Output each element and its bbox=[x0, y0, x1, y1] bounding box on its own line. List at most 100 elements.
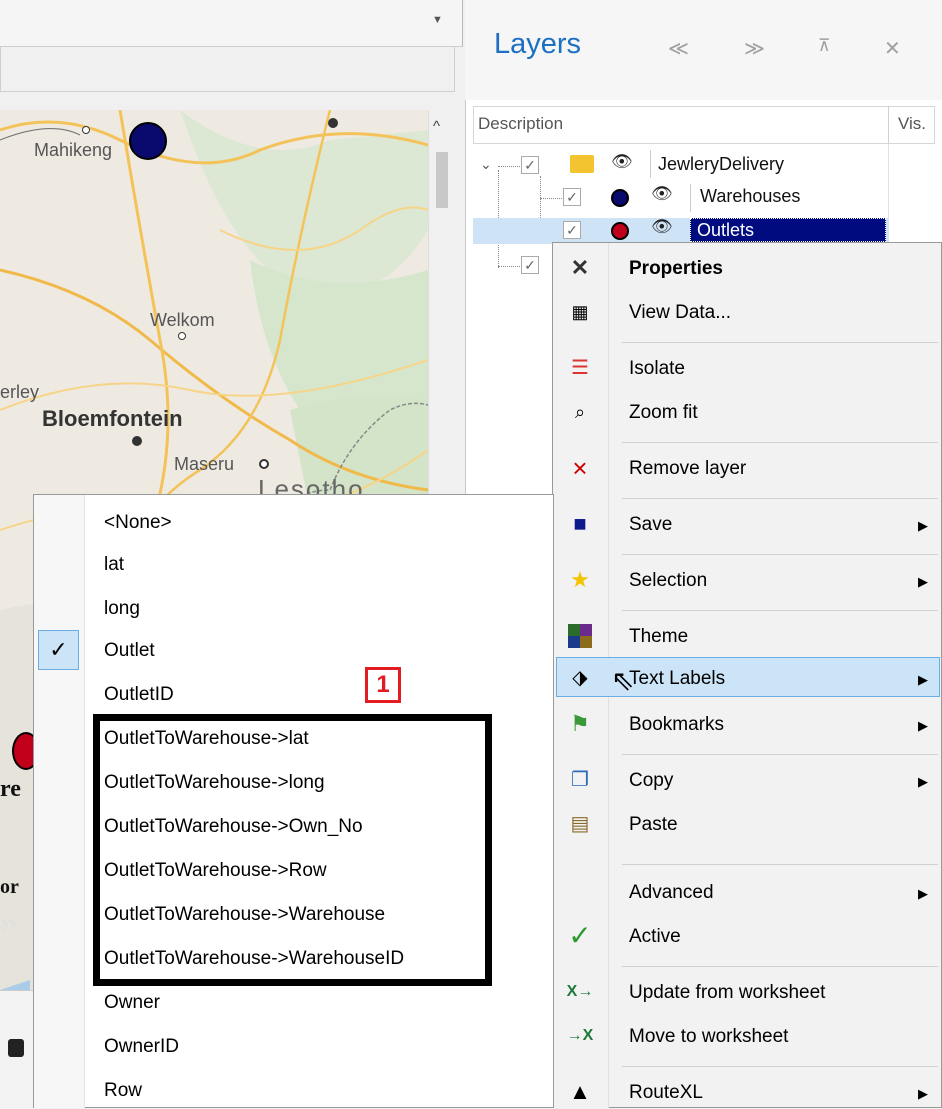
copy-icon: ❐ bbox=[571, 769, 589, 791]
layers-title: Layers bbox=[494, 28, 582, 60]
scroll-thumb[interactable] bbox=[436, 152, 448, 208]
menu-item-paste[interactable]: Paste bbox=[629, 814, 678, 836]
layer-visible-checkbox[interactable]: ✓ bbox=[563, 188, 581, 206]
submenu-arrow-icon: ▶ bbox=[918, 1086, 928, 1101]
map-bottom-toolbar bbox=[0, 990, 34, 1109]
city-dot bbox=[178, 332, 186, 340]
label-field-long[interactable]: long bbox=[104, 598, 140, 620]
dropdown-arrow-icon[interactable]: ▼ bbox=[432, 14, 443, 26]
menu-item-selection[interactable]: Selection bbox=[629, 570, 707, 592]
menu-separator bbox=[622, 966, 938, 967]
eye-icon[interactable]: 👁 bbox=[651, 184, 673, 204]
submenu-arrow-icon: ▶ bbox=[918, 672, 928, 687]
menu-item-update-from-worksheet[interactable]: Update from worksheet bbox=[629, 982, 825, 1004]
annotation-badge: 1 bbox=[365, 667, 401, 703]
layer-group-label[interactable]: JewleryDelivery bbox=[658, 154, 784, 175]
label-field-owner[interactable]: Owner bbox=[104, 992, 160, 1014]
tools-icon: ✕ bbox=[570, 255, 590, 280]
column-description[interactable]: Description bbox=[478, 114, 563, 134]
menu-item-save[interactable]: Save bbox=[629, 514, 672, 536]
warehouse-marker[interactable] bbox=[129, 122, 167, 160]
label-field-ownerid[interactable]: OwnerID bbox=[104, 1036, 179, 1058]
city-label: Welkom bbox=[150, 310, 215, 330]
remove-icon: × bbox=[572, 453, 588, 483]
submenu-gutter bbox=[34, 495, 85, 1108]
road-icon: ▲ bbox=[569, 1079, 591, 1104]
expand-chevron-icon[interactable]: ⌄ bbox=[480, 156, 492, 173]
layer-label-outlets[interactable]: Outlets bbox=[690, 218, 886, 242]
menu-separator bbox=[622, 342, 938, 343]
eye-icon[interactable]: 👁 bbox=[611, 152, 633, 172]
city-label: Bloemfontein bbox=[42, 406, 183, 431]
layer-visible-checkbox[interactable]: ✓ bbox=[563, 221, 581, 239]
menu-item-active[interactable]: Active bbox=[629, 926, 681, 948]
submenu-arrow-icon: ▶ bbox=[918, 774, 928, 789]
column-visible[interactable]: Vis. bbox=[898, 114, 926, 134]
tree-line bbox=[498, 266, 520, 267]
menu-item-remove-layer[interactable]: Remove layer bbox=[629, 458, 746, 480]
eye-icon[interactable]: 👁 bbox=[651, 217, 673, 237]
city-dot bbox=[259, 459, 269, 469]
forward-icon[interactable]: ≫ bbox=[744, 36, 765, 61]
submenu-arrow-icon: ▶ bbox=[918, 574, 928, 589]
folder-icon bbox=[570, 155, 594, 173]
menu-item-copy[interactable]: Copy bbox=[629, 770, 673, 792]
label-field-lat[interactable]: lat bbox=[104, 554, 124, 576]
mouse-cursor-icon: ⇖ bbox=[611, 665, 635, 696]
close-icon[interactable]: ✕ bbox=[884, 36, 901, 61]
scroll-up-icon[interactable]: ^ bbox=[433, 118, 440, 135]
star-icon: ★ bbox=[570, 567, 590, 592]
map-edge-text: or bbox=[0, 876, 19, 898]
menu-item-advanced[interactable]: Advanced bbox=[629, 882, 714, 904]
toolbar-icon[interactable] bbox=[8, 1039, 24, 1057]
theme-icon bbox=[566, 622, 594, 650]
map-address-bar[interactable] bbox=[0, 46, 455, 92]
map-edge-text: re bbox=[0, 776, 21, 802]
cell-divider bbox=[690, 184, 691, 212]
warehouse-symbol-icon bbox=[611, 189, 629, 207]
tree-line bbox=[498, 166, 520, 167]
menu-item-text-labels[interactable]: Text Labels bbox=[629, 668, 725, 690]
menu-separator bbox=[622, 554, 938, 555]
submenu-arrow-icon: ▶ bbox=[918, 886, 928, 901]
layer-visible-checkbox[interactable]: ✓ bbox=[521, 256, 539, 274]
label-field-outlet[interactable]: Outlet bbox=[104, 640, 155, 662]
menu-item-properties[interactable]: Properties bbox=[629, 258, 723, 280]
label-field-none[interactable]: <None> bbox=[104, 512, 172, 534]
menu-item-zoom-fit[interactable]: Zoom fit bbox=[629, 402, 698, 424]
city-label: Maseru bbox=[174, 454, 235, 474]
menu-separator bbox=[622, 754, 938, 755]
menu-separator bbox=[622, 1066, 938, 1067]
layer-visible-checkbox[interactable]: ✓ bbox=[521, 156, 539, 174]
city-label: Mahikeng bbox=[34, 140, 113, 160]
label-field-row[interactable]: Row bbox=[104, 1080, 142, 1102]
excel-import-icon: X→ bbox=[566, 983, 594, 1000]
menu-separator bbox=[622, 610, 938, 611]
menu-item-bookmarks[interactable]: Bookmarks bbox=[629, 714, 724, 736]
menu-item-view-data[interactable]: View Data... bbox=[629, 302, 731, 324]
submenu-arrow-icon: ▶ bbox=[918, 518, 928, 533]
tag-icon: ⬗ bbox=[572, 667, 588, 689]
map-toolbar bbox=[0, 0, 463, 47]
menu-separator bbox=[622, 442, 938, 443]
cell-divider bbox=[650, 150, 651, 178]
submenu-arrow-icon: ▶ bbox=[918, 718, 928, 733]
column-separator[interactable] bbox=[888, 106, 889, 144]
menu-item-move-to-worksheet[interactable]: Move to worksheet bbox=[629, 1026, 788, 1048]
menu-item-isolate[interactable]: Isolate bbox=[629, 358, 685, 380]
menu-item-routexl[interactable]: RouteXL bbox=[629, 1082, 703, 1104]
excel-export-icon: →X bbox=[566, 1027, 594, 1044]
menu-separator bbox=[622, 864, 938, 865]
back-icon[interactable]: ≪ bbox=[668, 36, 689, 61]
tree-line bbox=[540, 198, 562, 199]
zoom-fit-icon: ⌕ bbox=[574, 402, 586, 422]
pin-icon[interactable]: ⊼ bbox=[818, 36, 830, 56]
city-dot bbox=[132, 436, 142, 446]
isolate-icon: ☰ bbox=[571, 357, 589, 379]
checkmark-icon: ✓ bbox=[568, 920, 592, 951]
label-field-outletid[interactable]: OutletID bbox=[104, 684, 174, 706]
layer-label-warehouses[interactable]: Warehouses bbox=[700, 186, 800, 207]
checkmark-icon: ✓ bbox=[38, 630, 79, 670]
menu-item-theme[interactable]: Theme bbox=[629, 626, 688, 648]
bookmark-icon: ⚑ bbox=[570, 711, 590, 736]
